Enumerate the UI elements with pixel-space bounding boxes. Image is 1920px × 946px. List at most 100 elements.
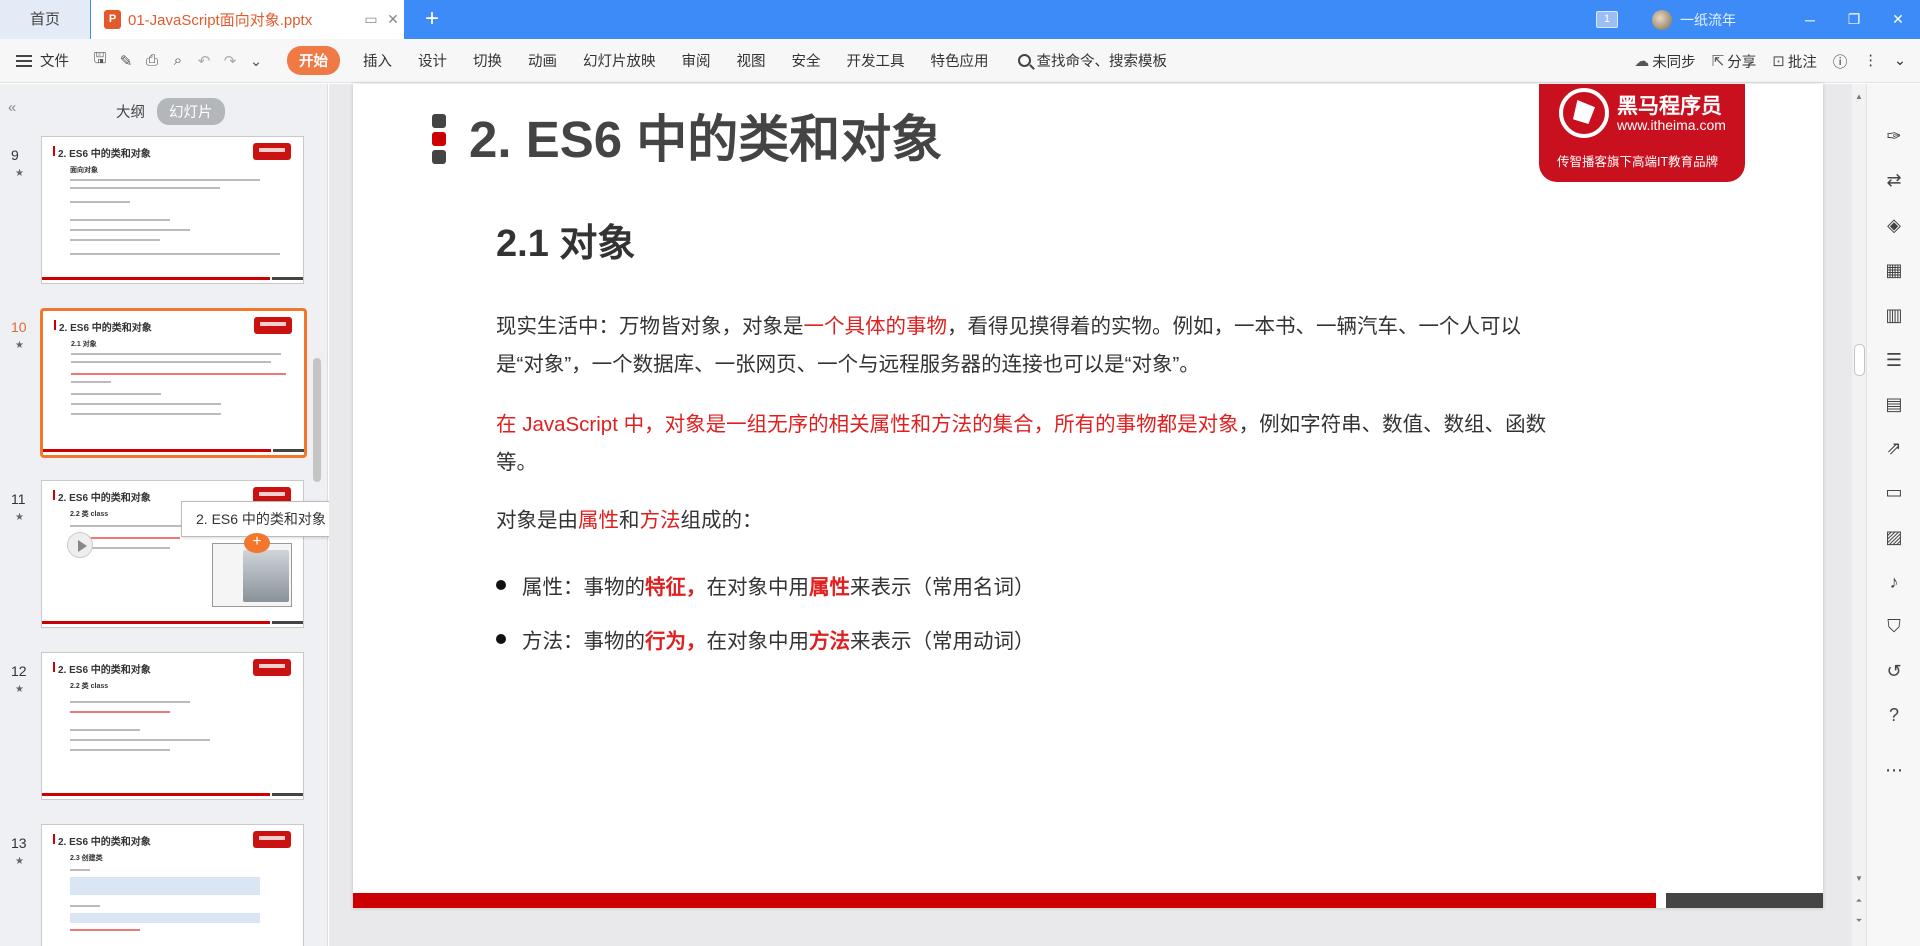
paragraph-1[interactable]: 现实生活中：万物皆对象，对象是一个具体的事物，看得见摸得着的实物。例如，一本书、… <box>496 308 1556 384</box>
thumbnail-row[interactable]: 12 ★ 2. ES6 中的类和对象 2.2 类 class <box>0 652 312 804</box>
grid-layout-icon[interactable]: ▦ <box>1884 260 1904 280</box>
command-search[interactable]: 查找命令、搜索模板 <box>1017 50 1167 71</box>
bullet-square <box>432 114 446 128</box>
settings-sliders-icon[interactable]: ☰ <box>1884 350 1904 370</box>
slide-thumbnail[interactable]: 2. ES6 中的类和对象 2.3 创建类 <box>41 824 304 946</box>
canvas-scrollbar[interactable]: ▲ ▼ ⏶ ⏷ <box>1852 84 1866 946</box>
redo-icon[interactable]: ↷ <box>217 52 243 70</box>
user-avatar[interactable] <box>1652 9 1672 30</box>
prev-slide-icon[interactable]: ⏶ <box>1852 896 1866 906</box>
share-button[interactable]: ⇱ 分享 <box>1712 51 1757 72</box>
document-tab[interactable]: P 01-JavaScript面向对象.pptx ▭ ✕ <box>91 0 404 39</box>
close-window-icon[interactable]: ✕ <box>1876 11 1920 28</box>
thumbnail-text-line <box>71 353 281 355</box>
layers-icon[interactable]: ◈ <box>1884 215 1904 235</box>
pin-window-icon[interactable]: ▭ <box>360 11 382 28</box>
more-tools-icon[interactable]: ⋯ <box>1884 760 1904 780</box>
audio-icon[interactable]: ♪ <box>1884 572 1904 592</box>
close-tab-icon[interactable]: ✕ <box>382 11 404 28</box>
slide-replace-icon[interactable]: ⇄ <box>1884 170 1904 190</box>
minimize-icon[interactable]: ─ <box>1788 12 1832 28</box>
paragraph-3[interactable]: 对象是由属性和方法组成的： <box>496 502 1556 540</box>
paragraph-2[interactable]: 在 JavaScript 中，对象是一组无序的相关属性和方法的集合，所有的事物都… <box>496 406 1556 482</box>
chart-icon[interactable]: ▥ <box>1884 305 1904 325</box>
thumbnail-tooltip: 2. ES6 中的类和对象 <box>181 501 347 537</box>
scrollbar-thumb[interactable] <box>1854 344 1865 376</box>
menu-insert[interactable]: 插入 <box>363 50 392 71</box>
text-run: 组成的： <box>680 509 763 532</box>
thumbnail-row[interactable]: 9 ★ 2. ES6 中的类和对象 面向对象 <box>0 136 312 288</box>
play-slide-icon[interactable] <box>67 532 93 558</box>
user-name[interactable]: 一纸流年 <box>1680 10 1736 30</box>
restore-icon[interactable]: ❐ <box>1832 11 1876 28</box>
thumbnail-footer-bar <box>272 793 303 796</box>
print-preview-icon[interactable]: ⌕ <box>165 52 191 69</box>
menu-transition[interactable]: 切换 <box>473 50 502 71</box>
export-icon[interactable]: ⇗ <box>1884 438 1904 458</box>
menu-developer[interactable]: 开发工具 <box>847 50 905 71</box>
format-painter-icon[interactable]: ✎ <box>113 52 139 70</box>
slide-thumbnail[interactable]: 2. ES6 中的类和对象 面向对象 <box>41 136 304 284</box>
file-menu[interactable]: 文件 <box>16 50 69 71</box>
slide-canvas[interactable]: 2. ES6 中的类和对象 黑马程序员 www.itheima.com 传智播客… <box>353 84 1823 908</box>
slide-thumbnail-selected[interactable]: 2. ES6 中的类和对象 2.1 对象 <box>40 308 307 458</box>
thumbnail-logo <box>253 143 291 160</box>
scroll-down-icon[interactable]: ▼ <box>1852 874 1866 883</box>
thumbnail-footer-bar <box>42 621 270 624</box>
image-icon[interactable]: ▨ <box>1884 527 1904 547</box>
tab-slides[interactable]: 幻灯片 <box>157 98 225 125</box>
menu-security[interactable]: 安全 <box>792 50 821 71</box>
menu-slideshow[interactable]: 幻灯片放映 <box>583 50 656 71</box>
bullet-item[interactable]: 属性：事物的 特征， 在对象中用 属性 来表示（常用名词） <box>496 570 1035 600</box>
animation-star-icon: ★ <box>15 340 24 351</box>
menu-design[interactable]: 设计 <box>418 50 447 71</box>
next-slide-icon[interactable]: ⏷ <box>1852 916 1866 926</box>
window-count-badge[interactable]: 1 <box>1596 11 1618 28</box>
undo-icon[interactable]: ↶ <box>191 52 217 70</box>
thumbnail-logo <box>253 659 291 676</box>
thumbnail-subtitle: 2.2 类 class <box>70 683 109 690</box>
panel-scrollbar[interactable] <box>313 358 321 482</box>
help-circle-icon[interactable]: ? <box>1884 705 1904 725</box>
archive-icon[interactable]: ▭ <box>1884 482 1904 502</box>
thumbnail-logo <box>253 831 291 848</box>
car-photo <box>243 550 289 602</box>
shield-icon[interactable]: ⛉ <box>1884 616 1904 636</box>
file-menu-label: 文件 <box>40 54 69 70</box>
tab-outline[interactable]: 大纲 <box>104 98 157 125</box>
quick-access-dropdown-icon[interactable]: ⌄ <box>243 52 269 70</box>
print-icon[interactable]: ⎙ <box>139 52 165 69</box>
more-menu-icon[interactable]: ⋮ <box>1863 53 1878 69</box>
menu-home[interactable]: 开始 <box>287 46 340 75</box>
text-run: 对象是由 <box>496 509 578 532</box>
sync-button[interactable]: ☁ 未同步 <box>1634 51 1696 72</box>
comment-button[interactable]: ⊡ 批注 <box>1772 51 1817 72</box>
magic-pen-icon[interactable]: ✑ <box>1884 126 1904 146</box>
home-tab[interactable]: 首页 <box>0 0 90 39</box>
scroll-up-icon[interactable]: ▲ <box>1852 92 1866 101</box>
thumbnail-text-line <box>70 729 140 731</box>
right-toolbar: ✑ ⇄ ◈ ▦ ▥ ☰ ▤ ⇗ ▭ ▨ ♪ ⛉ ↺ ? ⋯ <box>1866 84 1920 946</box>
help-icon[interactable]: ⓘ <box>1833 51 1848 72</box>
menu-view[interactable]: 视图 <box>737 50 766 71</box>
slide-thumbnail[interactable]: 2. ES6 中的类和对象 2.2 类 class <box>41 652 304 800</box>
thumbnail-title: 2. ES6 中的类和对象 <box>53 145 151 160</box>
history-icon[interactable]: ↺ <box>1884 661 1904 681</box>
thumbnail-row[interactable]: 13 ★ 2. ES6 中的类和对象 2.3 创建类 <box>0 824 312 946</box>
thumbnail-row-active[interactable]: 10 ★ 2. ES6 中的类和对象 2.1 对象 <box>0 308 312 460</box>
picture-gallery-icon[interactable]: ▤ <box>1884 394 1904 414</box>
menu-review[interactable]: 审阅 <box>682 50 711 71</box>
save-icon[interactable]: 🖫 <box>87 48 113 73</box>
add-slide-icon[interactable]: + <box>244 533 270 553</box>
new-tab-button[interactable]: + <box>417 0 447 39</box>
slides-panel: « 大纲 幻灯片 9 ★ 2. ES6 中的类和对象 面向对象 10 ★ 2. … <box>0 84 347 946</box>
collapse-panel-icon[interactable]: « <box>8 99 16 116</box>
slide-subtitle[interactable]: 2.1 对象 <box>496 212 635 267</box>
bullet-item[interactable]: 方法：事物的 行为， 在对象中用 方法 来表示（常用动词） <box>496 624 1035 654</box>
collapse-ribbon-icon[interactable]: ⌄ <box>1894 53 1906 69</box>
slide-title[interactable]: 2. ES6 中的类和对象 <box>469 98 942 172</box>
thumbnail-footer-bar <box>42 793 270 796</box>
thumbnail-text-line <box>71 393 161 395</box>
menu-animation[interactable]: 动画 <box>528 50 557 71</box>
menu-special[interactable]: 特色应用 <box>931 50 989 71</box>
